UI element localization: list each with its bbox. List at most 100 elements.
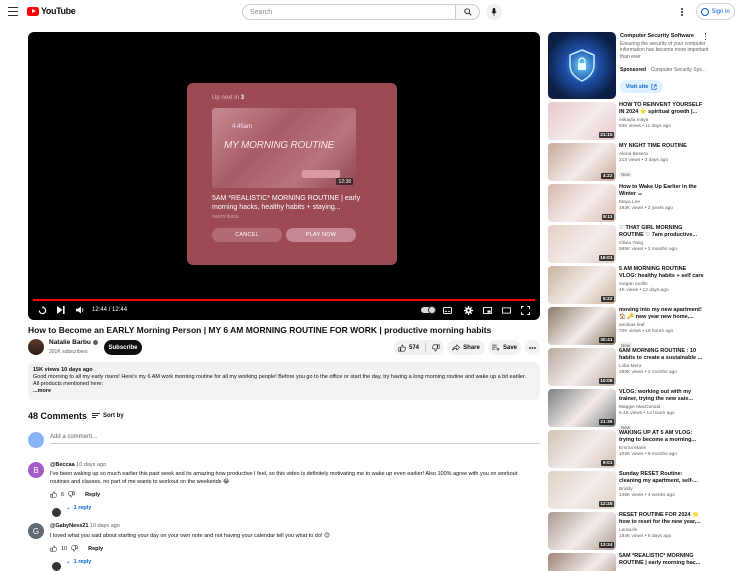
related-video-thumbnail[interactable]: 13:24 (548, 512, 616, 550)
sort-comments-button[interactable]: Sort by (92, 413, 124, 419)
related-video-thumbnail[interactable]: 8:11 (548, 184, 616, 222)
comment-avatar[interactable]: B (28, 462, 44, 478)
related-video-item[interactable]: 4:22 MY NIGHT TIME ROUTINE Alena Besera 213… (548, 143, 738, 182)
related-video-thumbnail[interactable]: 21:36 (548, 389, 616, 427)
visit-site-button[interactable]: Visit site (620, 80, 663, 93)
related-video-title[interactable]: MY NIGHT TIME ROUTINE (619, 143, 704, 150)
related-video-thumbnail[interactable]: 10:08 (548, 348, 616, 386)
thumbs-up-icon[interactable] (398, 344, 406, 352)
comment-avatar[interactable]: G (28, 523, 44, 539)
more-actions-button[interactable] (525, 340, 540, 355)
share-icon (452, 344, 461, 351)
related-video-channel[interactable]: Olivia Yang (619, 241, 704, 246)
related-video-channel[interactable]: annikas leaf (619, 323, 704, 328)
related-video-title[interactable]: ♡ THAT GIRL MORNING ROUTINE ♡ 7am produc… (619, 225, 704, 239)
related-video-item[interactable]: 30:41 moving into my new apartment! 🏠 🔑 n… (548, 307, 738, 348)
volume-icon[interactable] (75, 305, 85, 315)
related-video-thumbnail[interactable]: 4:22 (548, 143, 616, 181)
miniplayer-icon[interactable] (482, 305, 492, 315)
related-video-channel[interactable]: megan mullin (619, 282, 704, 287)
comment-actions: 10 Reply (50, 545, 103, 552)
reply-button[interactable]: Reply (88, 546, 103, 552)
play-now-button[interactable]: PLAY NOW (286, 228, 356, 242)
add-comment-input[interactable]: Add a comment... (50, 434, 540, 444)
settings-gear-icon[interactable] (463, 305, 473, 315)
autoplay-toggle[interactable] (421, 305, 436, 314)
settings-more-icon[interactable] (677, 6, 687, 18)
up-next-thumbnail[interactable]: 4:45am MY MORNING ROUTINE 12:38 (212, 108, 356, 188)
description-more-link[interactable]: ...more (33, 388, 535, 395)
related-video-thumbnail[interactable] (548, 553, 616, 571)
video-duration: 12:25 (598, 501, 614, 507)
subtitles-icon[interactable] (442, 305, 452, 315)
related-video-item[interactable]: 9:01 WAKING UP AT 5 AM VLOG: trying to be… (548, 430, 738, 469)
thumbs-down-icon[interactable] (71, 545, 78, 552)
thumbs-up-icon[interactable] (50, 491, 57, 498)
up-next-title[interactable]: 5AM *REALISTIC* MORNING ROUTINE | early … (212, 194, 387, 212)
search-input[interactable]: Search (242, 4, 456, 20)
related-video-title[interactable]: 6AM MORNING ROUTINE : 10 habits to creat… (619, 348, 704, 362)
share-button[interactable]: Share (447, 340, 485, 355)
related-video-item[interactable]: 12:25 Sunday RESET Routine: cleaning my a… (548, 471, 738, 510)
related-video-item[interactable]: 13:24 RESET ROUTINE FOR 2024 🌟 how to res… (548, 512, 738, 551)
view-replies-button[interactable]: ⌄ 1 reply (66, 559, 91, 565)
related-video-title[interactable]: RESET ROUTINE FOR 2024 🌟 how to reset fo… (619, 512, 704, 526)
fullscreen-icon[interactable] (520, 305, 530, 315)
sign-in-button[interactable]: Sign in (696, 3, 735, 20)
related-video-thumbnail[interactable]: 30:41 (548, 307, 616, 345)
related-video-stats: 6.4K views • 14 hours ago (619, 410, 675, 416)
related-video-title[interactable]: VLOG: working out with my trainer, tryin… (619, 389, 704, 403)
related-video-item[interactable]: 21:36 VLOG: working out with my trainer, … (548, 389, 738, 430)
related-video-item[interactable]: 10:08 6AM MORNING ROUTINE : 10 habits to … (548, 348, 738, 387)
thumbs-up-icon[interactable] (50, 545, 57, 552)
related-video-channel[interactable]: Briddy (619, 487, 704, 492)
related-video-channel[interactable]: Lidia Mera (619, 364, 704, 369)
ad-title[interactable]: Computer Security Software (620, 33, 702, 39)
related-video-title[interactable]: How to Wake Up Earlier in the Winter ☕ (619, 184, 704, 198)
related-video-item[interactable]: 8:11 How to Wake Up Earlier in the Winter… (548, 184, 738, 223)
related-video-thumbnail[interactable]: 12:25 (548, 471, 616, 509)
search-button[interactable] (455, 4, 480, 20)
replay-icon[interactable] (37, 305, 47, 315)
cancel-autoplay-button[interactable]: CANCEL (212, 228, 282, 242)
related-video-channel[interactable]: LenaLife (619, 528, 704, 533)
related-video-title[interactable]: 5AM *REALISTIC* MORNING ROUTINE | early … (619, 553, 704, 567)
related-video-title[interactable]: WAKING UP AT 5 AM VLOG: trying to become… (619, 430, 704, 444)
youtube-logo[interactable]: YouTube (27, 6, 76, 16)
reply-button[interactable]: Reply (85, 492, 100, 498)
related-video-title[interactable]: 5 AM MORNING ROUTINE VLOG: healthy habit… (619, 266, 704, 280)
ad-thumbnail[interactable] (548, 32, 616, 99)
comment-count: 48 Comments (28, 411, 88, 421)
menu-icon[interactable] (8, 7, 18, 16)
related-video-thumbnail[interactable]: 21:15 (548, 102, 616, 140)
related-video-thumbnail[interactable]: 9:01 (548, 430, 616, 468)
related-video-item[interactable]: 21:15 HOW TO REINVENT YOURSELF IN 2024 ⭐ … (548, 102, 738, 141)
description-box[interactable]: 15K views 10 days ago Good morning to al… (28, 362, 540, 400)
save-button[interactable]: Save (488, 340, 521, 355)
subscribe-button[interactable]: Subscribe (104, 340, 142, 355)
related-video-channel[interactable]: Maya Lee (619, 200, 704, 205)
related-video-title[interactable]: Sunday RESET Routine: cleaning my apartm… (619, 471, 704, 485)
progress-bar[interactable] (33, 299, 535, 301)
related-video-thumbnail[interactable]: 5:22 (548, 266, 616, 304)
related-video-channel[interactable]: Alena Besera (619, 152, 704, 157)
channel-avatar[interactable] (28, 339, 44, 355)
thumbs-down-icon[interactable] (68, 491, 75, 498)
channel-name[interactable]: Natalie Barbu (49, 339, 98, 346)
related-video-channel[interactable]: mikayla maya (619, 118, 704, 123)
next-video-icon[interactable] (56, 305, 66, 315)
related-video-channel[interactable]: Emma Marie (619, 446, 704, 451)
related-video-title[interactable]: HOW TO REINVENT YOURSELF IN 2024 ⭐ spiri… (619, 102, 704, 116)
related-video-item[interactable]: 16:01 ♡ THAT GIRL MORNING ROUTINE ♡ 7am p… (548, 225, 738, 264)
related-video-thumbnail[interactable]: 16:01 (548, 225, 616, 263)
voice-search-button[interactable] (486, 4, 502, 20)
related-video-item[interactable]: 5:22 5 AM MORNING ROUTINE VLOG: healthy h… (548, 266, 738, 305)
theater-mode-icon[interactable] (501, 305, 511, 315)
like-dislike-group[interactable]: 574 (394, 340, 444, 355)
related-video-channel[interactable]: Maggie MacDonald (619, 405, 704, 410)
ad-menu-icon[interactable] (703, 33, 708, 42)
view-replies-button[interactable]: ⌄ 1 reply (66, 505, 91, 511)
related-video-item[interactable]: 5AM *REALISTIC* MORNING ROUTINE | early … (548, 553, 738, 571)
thumbs-down-icon[interactable] (432, 344, 440, 352)
related-video-title[interactable]: moving into my new apartment! 🏠 🔑 new ye… (619, 307, 704, 321)
